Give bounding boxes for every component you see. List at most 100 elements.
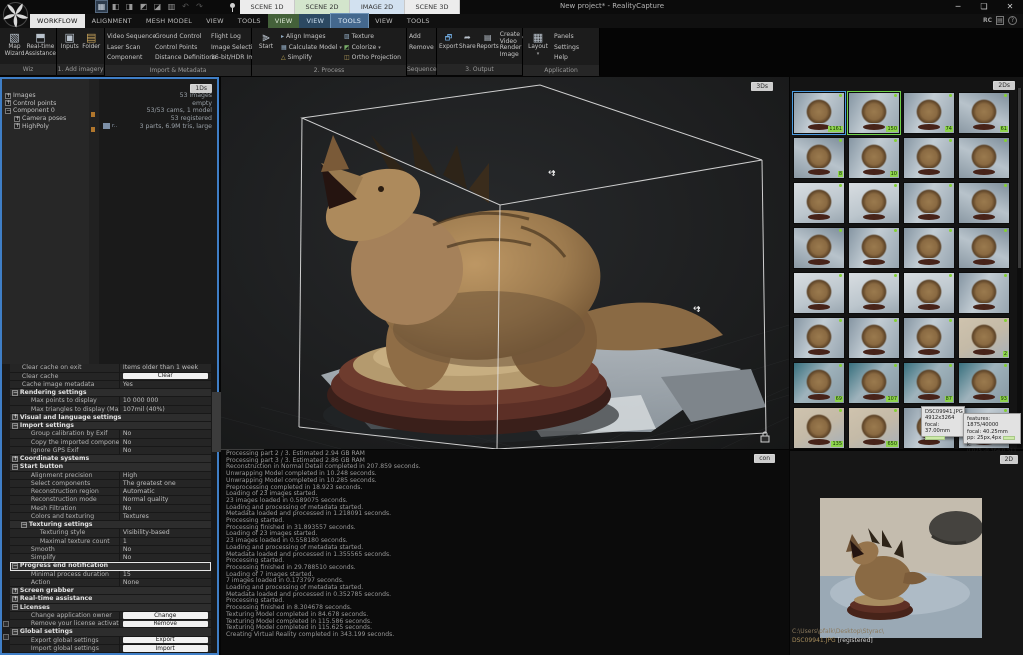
image-thumbnail[interactable] [903, 227, 955, 269]
remove-button[interactable]: Remove [409, 43, 434, 54]
image-thumbnail[interactable] [903, 272, 955, 314]
settings-section[interactable]: +Coordinate systems [10, 455, 211, 463]
ribbon-tab-tools[interactable]: TOOLS [231, 14, 268, 28]
settings-row[interactable]: Reconstruction regionAutomatic [10, 488, 211, 496]
settings-row[interactable]: Cache image metadataYes [10, 381, 211, 389]
setting-value[interactable]: 107mil (40%) [120, 406, 211, 413]
tab-3ds[interactable]: 3Ds [751, 82, 773, 91]
settings-section[interactable]: −Start button [10, 463, 211, 471]
image-thumbnail[interactable] [958, 227, 1010, 269]
texture-button[interactable]: ▨Texture [344, 32, 404, 43]
preview-photo[interactable] [820, 498, 982, 638]
simplify-button[interactable]: △Simplify [281, 53, 341, 64]
setting-value[interactable]: Automatic [120, 488, 211, 495]
undo-icon[interactable]: ↶ [180, 1, 191, 12]
layout-preset-icon[interactable]: ◧ [110, 1, 121, 12]
setting-value[interactable]: 1 [120, 538, 211, 545]
setting-value[interactable]: No [120, 505, 211, 512]
setting-value[interactable]: No [120, 546, 211, 553]
setting-value[interactable]: No [120, 439, 211, 446]
layout-button[interactable]: ▦ Layout ▾ [525, 29, 551, 64]
image-thumbnail[interactable] [793, 272, 845, 314]
share-button[interactable]: ➦ Share [459, 29, 476, 63]
import-button[interactable]: Import [123, 645, 208, 651]
setting-value[interactable]: High [120, 472, 211, 479]
setting-value[interactable]: No [120, 447, 211, 454]
tree-item[interactable]: −Component 053/53 cams, 1 model [2, 107, 217, 115]
maximize-button[interactable]: ❏ [971, 0, 997, 14]
control-points-button[interactable]: Control Points [155, 43, 207, 54]
setting-value[interactable]: The greatest one [120, 480, 211, 487]
redo-icon[interactable]: ↷ [194, 1, 205, 12]
expander-icon[interactable]: + [12, 588, 18, 594]
setting-value[interactable]: Textures [120, 513, 211, 520]
settings-row[interactable]: Alignment precisionHigh [10, 472, 211, 480]
expander-icon[interactable]: − [21, 522, 27, 528]
settings-section[interactable]: −Import settings [10, 422, 211, 430]
setting-value[interactable]: Import [120, 645, 211, 652]
pin-icon[interactable] [228, 3, 236, 12]
image-thumbnail[interactable] [848, 182, 900, 224]
ribbon-tab-alignment[interactable]: ALIGNMENT [85, 14, 139, 28]
image-thumbnail[interactable]: 1161 [793, 92, 845, 134]
render-image-button[interactable]: Render Image [500, 45, 524, 58]
setting-value[interactable]: Clear [120, 373, 211, 380]
tree-scrollbar[interactable] [89, 79, 99, 364]
expander-icon[interactable]: − [12, 563, 18, 569]
add-button[interactable]: Add [409, 32, 434, 43]
dock-icon[interactable] [3, 621, 9, 627]
settings-row[interactable]: Mesh FiltrationNo [10, 505, 211, 513]
view-tab-scene-3d[interactable]: SCENE 3D [405, 0, 460, 14]
settings-row[interactable]: Max triangles to display (Max GPU m...10… [10, 406, 211, 414]
scene-3d-viewport[interactable]: ↔↕ ↔↕ 3Ds [221, 77, 789, 449]
ribbon-tab-workflow[interactable]: WORKFLOW [30, 14, 85, 28]
dock-icon[interactable] [3, 634, 9, 640]
settings-section[interactable]: −Licenses [10, 604, 211, 612]
change-button[interactable]: Change [123, 612, 208, 618]
layout-preset-icon[interactable]: ◩ [138, 1, 149, 12]
tab-2ds[interactable]: 2Ds [993, 81, 1015, 90]
layout-preset-icon[interactable]: ▦ [96, 1, 107, 12]
settings-row[interactable]: Remove your license activationRemove [10, 620, 211, 628]
setting-value[interactable]: Yes [120, 381, 211, 388]
image-thumbnail[interactable]: 93 [958, 362, 1010, 404]
image-thumbnail[interactable]: 135 [793, 407, 845, 449]
scrollbar-thumb[interactable] [1018, 88, 1021, 268]
view-tab-image-2d[interactable]: IMAGE 2D [350, 0, 405, 14]
image-thumbnail[interactable] [958, 182, 1010, 224]
ground-control-button[interactable]: Ground Control [155, 32, 207, 43]
setting-value[interactable]: Remove [120, 620, 211, 627]
panels-button[interactable]: Panels [554, 32, 588, 43]
ribbon-tab-mesh-model[interactable]: MESH MODEL [139, 14, 199, 28]
ortho-projection-button[interactable]: ◫Ortho Projection [344, 53, 404, 64]
image-thumbnail[interactable]: 2 [958, 317, 1010, 359]
expander-icon[interactable]: + [12, 456, 18, 462]
image-thumbnail[interactable] [793, 227, 845, 269]
settings-row[interactable]: Import global settingsImport [10, 645, 211, 653]
image-thumbnail[interactable]: 8 [793, 137, 845, 179]
settings-row[interactable]: Maximal texture count1 [10, 538, 211, 546]
image-thumbnail[interactable]: 69 [793, 362, 845, 404]
image-thumbnail[interactable] [793, 317, 845, 359]
export-button[interactable]: 🗗 Export [439, 29, 458, 63]
settings-row[interactable]: Export global settingsExport [10, 637, 211, 645]
settings-row[interactable]: Colors and texturingTextures [10, 513, 211, 521]
tree-item[interactable]: +Camera poses53 registered [2, 115, 217, 123]
view-tab-scene-1d[interactable]: SCENE 1D [240, 0, 295, 14]
image-thumbnail[interactable]: 107 [848, 362, 900, 404]
minimize-button[interactable]: ─ [945, 0, 971, 14]
image-thumbnail[interactable]: 150 [848, 92, 900, 134]
expander-icon[interactable]: + [5, 93, 11, 99]
settings-row[interactable]: Minimal process duration15 [10, 571, 211, 579]
distance-definitions-button[interactable]: Distance Definitions [155, 53, 207, 64]
layout-preset-icon[interactable]: ◪ [152, 1, 163, 12]
expander-icon[interactable]: + [5, 100, 11, 106]
setting-value[interactable]: Change [120, 612, 211, 619]
image-thumbnail[interactable] [958, 137, 1010, 179]
settings-section[interactable]: −Rendering settings [10, 389, 211, 397]
document-icon[interactable]: ▤ [996, 16, 1004, 25]
inputs-button[interactable]: ▣ Inputs [59, 29, 81, 63]
view-tab-scene-2d[interactable]: SCENE 2D [295, 0, 350, 14]
remove-button[interactable]: Remove [123, 621, 208, 627]
expander-icon[interactable]: − [12, 423, 18, 429]
